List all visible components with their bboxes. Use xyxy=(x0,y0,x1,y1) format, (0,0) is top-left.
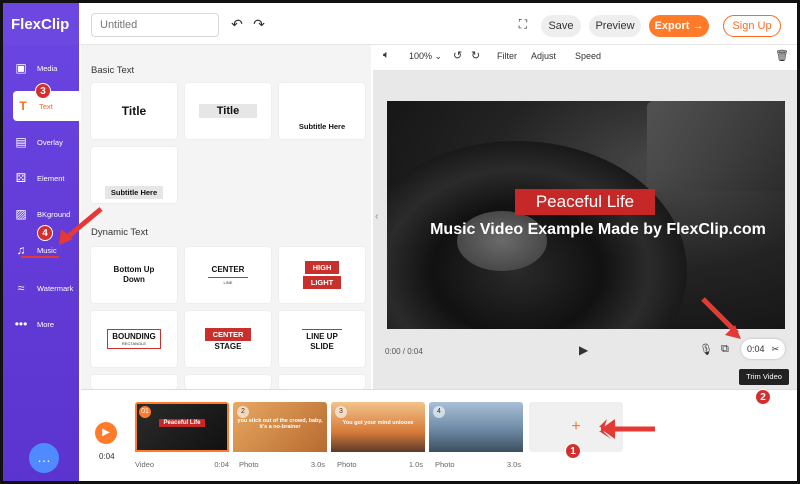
clip-number: 2 xyxy=(237,406,249,418)
text-template-subtitle-boxed[interactable]: Subtitle Here xyxy=(91,147,177,203)
redo-icon[interactable]: ↷ xyxy=(251,16,267,32)
sidebar-item-watermark[interactable]: ≈ Watermark xyxy=(11,273,79,303)
clip-text: Peaceful Life xyxy=(159,419,205,427)
text-template-center-line[interactable]: CENTER LINE xyxy=(185,247,271,303)
sidebar-item-more[interactable]: ••• More xyxy=(11,309,79,339)
sidebar: ▣ Media T Text ▤ Overlay ⚄ Element ▨ BKground… xyxy=(3,45,81,481)
more-icon: ••• xyxy=(14,317,28,331)
rotate-right-icon[interactable]: ↻ xyxy=(471,49,480,62)
music-icon: ♫ xyxy=(16,243,26,257)
export-button[interactable]: Export → xyxy=(649,15,709,37)
divider-line xyxy=(302,328,342,330)
microphone-icon[interactable]: 🎙︎ xyxy=(699,343,713,356)
fullscreen-icon[interactable]: ⛶ xyxy=(515,16,531,32)
annotation-marker-4: 4 xyxy=(37,225,53,241)
chat-button[interactable]: … xyxy=(29,443,59,473)
clip-text: You got your mind unloose xyxy=(342,420,414,426)
divider-line xyxy=(208,276,248,278)
element-icon: ⚄ xyxy=(15,171,27,185)
sidebar-item-media[interactable]: ▣ Media xyxy=(11,53,79,83)
overlay-icon: ▤ xyxy=(15,135,27,149)
media-icon: ▣ xyxy=(15,61,27,75)
text-template-title-boxed[interactable]: Title xyxy=(185,83,271,139)
preview-button[interactable]: Preview xyxy=(589,15,641,37)
text-template-title-large[interactable]: Title xyxy=(91,83,177,139)
play-icon[interactable]: ▶ xyxy=(579,343,588,357)
clip-caption: Photo 3.0s xyxy=(435,460,521,469)
clip-text: you stick out of the crowd, baby, it's a… xyxy=(237,418,323,430)
text-template-bounding[interactable]: BOUNDING RECTANGLE xyxy=(91,311,177,367)
clip-caption: Photo 3.0s xyxy=(239,460,325,469)
timeline-play-button[interactable]: ▶ xyxy=(95,422,117,444)
record-label xyxy=(457,211,547,271)
clip-number: 01 xyxy=(139,406,151,418)
playback-time: 0:00 / 0:04 xyxy=(385,347,423,356)
filter-button[interactable]: Filter xyxy=(497,51,517,61)
timeline-clip[interactable]: 4 xyxy=(429,402,523,458)
tonearm xyxy=(647,101,785,191)
logo: FlexClip xyxy=(3,3,79,45)
annotation-marker-1: 1 xyxy=(565,443,581,459)
video-title-text[interactable]: Peaceful Life xyxy=(515,189,655,215)
sidebar-item-overlay[interactable]: ▤ Overlay xyxy=(11,127,79,157)
collapse-panel-icon[interactable]: ‹ xyxy=(375,211,378,222)
editor-toolbar: 🔈︎ 100% ⌄ ↺ ↻ Filter Adjust Speed 🗑︎ xyxy=(373,45,797,71)
text-template-bottom-up[interactable]: Bottom Up Down xyxy=(91,247,177,303)
text-template-subtitle[interactable]: Subtitle Here xyxy=(279,83,365,139)
trim-video-button[interactable]: 0:04 ✂ xyxy=(741,339,785,359)
text-icon: T xyxy=(19,99,27,113)
annotation-marker-3: 3 xyxy=(35,83,51,99)
zoom-select[interactable]: 100% ⌄ xyxy=(409,51,442,62)
video-subtitle-text[interactable]: Music Video Example Made by FlexClip.com xyxy=(407,221,785,239)
clip-caption: Video 0:04 xyxy=(135,460,229,469)
video-canvas[interactable]: Peaceful Life Music Video Example Made b… xyxy=(387,101,785,329)
speed-button[interactable]: Speed xyxy=(575,51,601,61)
timeline: ▶ 0:04 01 Peaceful Life Video 0:04 2 you … xyxy=(81,389,797,481)
text-template-center-stage[interactable]: CENTER STAGE xyxy=(185,311,271,367)
text-template-partial[interactable] xyxy=(185,375,271,389)
app-window: FlexClip ↶ ↷ ⛶ Save Preview Export → Sig… xyxy=(0,0,800,484)
text-template-partial[interactable] xyxy=(279,375,365,389)
scissors-icon: ✂ xyxy=(771,343,779,354)
text-template-highlight[interactable]: HIGH LIGHT xyxy=(279,247,365,303)
annotation-marker-2: 2 xyxy=(755,389,771,405)
dynamic-text-heading: Dynamic Text xyxy=(91,227,148,238)
header-bar: FlexClip ↶ ↷ ⛶ Save Preview Export → Sig… xyxy=(3,3,797,45)
volume-icon[interactable]: 🔈︎ xyxy=(383,49,390,62)
trim-tooltip: Trim Video xyxy=(739,369,789,385)
watermark-icon: ≈ xyxy=(17,281,25,295)
adjust-button[interactable]: Adjust xyxy=(531,51,556,61)
background-icon: ▨ xyxy=(15,207,27,221)
sidebar-item-element[interactable]: ⚄ Element xyxy=(11,163,79,193)
rotate-left-icon[interactable]: ↺ xyxy=(453,49,462,62)
save-button[interactable]: Save xyxy=(541,15,581,37)
crop-icon[interactable]: ⧉ xyxy=(721,343,729,356)
text-template-line-up[interactable]: LINE UP SLIDE xyxy=(279,311,365,367)
plus-icon: + xyxy=(571,418,581,435)
timeline-clip[interactable]: 2 you stick out of the crowd, baby, it's… xyxy=(233,402,327,458)
timeline-clip[interactable]: 3 You got your mind unloose xyxy=(331,402,425,458)
clip-caption: Photo 1.0s xyxy=(337,460,423,469)
text-panel: Basic Text Title Title Subtitle Here Sub… xyxy=(81,45,371,389)
clip-number: 3 xyxy=(335,406,347,418)
signup-button[interactable]: Sign Up xyxy=(723,15,781,37)
delete-icon[interactable]: 🗑︎ xyxy=(775,49,789,62)
timeline-clip[interactable]: 01 Peaceful Life xyxy=(135,402,229,458)
timeline-time: 0:04 xyxy=(99,452,115,461)
clip-number: 4 xyxy=(433,406,445,418)
undo-icon[interactable]: ↶ xyxy=(229,16,245,32)
bounding-rectangle: BOUNDING RECTANGLE xyxy=(107,328,161,350)
text-template-partial[interactable] xyxy=(91,375,177,389)
project-title-input[interactable] xyxy=(91,13,219,37)
basic-text-heading: Basic Text xyxy=(91,65,135,76)
preview-area: Peaceful Life Music Video Example Made b… xyxy=(373,71,797,389)
